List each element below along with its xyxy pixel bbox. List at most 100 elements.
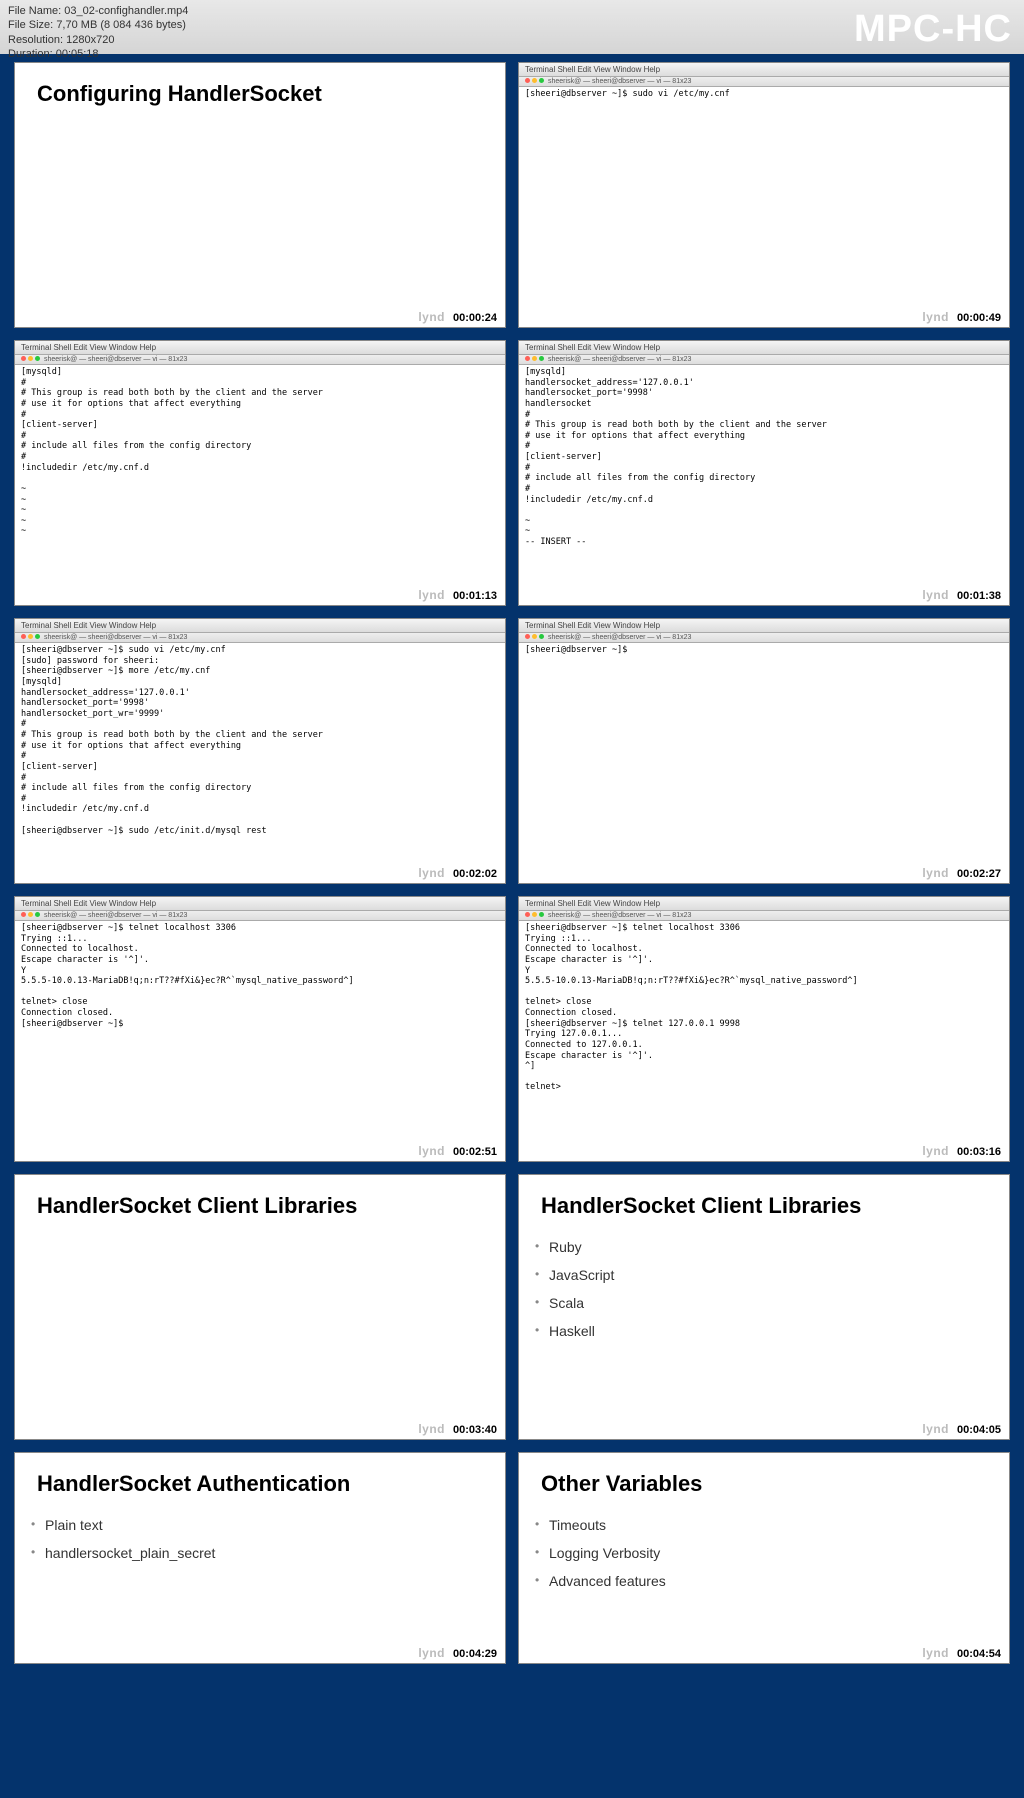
slide-title: HandlerSocket Authentication xyxy=(15,1453,505,1501)
thumbnail-grid: Configuring HandlerSocket lynd 00:00:24 Ter… xyxy=(0,54,1024,1678)
thumbnail-tile[interactable]: Terminal Shell Edit View Window Helpshee… xyxy=(518,340,1010,606)
watermark: lynd xyxy=(418,1422,445,1436)
terminal-tabbar: sheerisk@ — sheeri@dbserver — vi — 81x23 xyxy=(15,911,505,921)
terminal-menubar: Terminal Shell Edit View Window Help xyxy=(519,63,1009,77)
zoom-icon[interactable] xyxy=(539,634,544,639)
minimize-icon[interactable] xyxy=(28,912,33,917)
watermark: lynd xyxy=(922,1144,949,1158)
watermark: lynd xyxy=(418,1646,445,1660)
timestamp-label: 00:03:16 xyxy=(955,1146,1003,1158)
minimize-icon[interactable] xyxy=(28,356,33,361)
list-item: Logging Verbosity xyxy=(549,1539,979,1567)
thumbnail-tile[interactable]: Terminal Shell Edit View Window Helpshee… xyxy=(518,896,1010,1162)
timestamp-label: 00:01:13 xyxy=(451,590,499,602)
terminal-body: [mysqld] # # This group is read both bot… xyxy=(15,365,505,539)
terminal-tab-label: sheerisk@ — sheeri@dbserver — vi — 81x23 xyxy=(548,634,691,641)
thumbnail-tile[interactable]: Terminal Shell Edit View Window Helpshee… xyxy=(518,618,1010,884)
slide-title: Configuring HandlerSocket xyxy=(15,63,505,111)
watermark: lynd xyxy=(922,1646,949,1660)
slide-title: HandlerSocket Client Libraries xyxy=(15,1175,505,1223)
terminal-menubar: Terminal Shell Edit View Window Help xyxy=(15,619,505,633)
zoom-icon[interactable] xyxy=(35,356,40,361)
timestamp-label: 00:04:05 xyxy=(955,1424,1003,1436)
minimize-icon[interactable] xyxy=(532,912,537,917)
terminal-tabbar: sheerisk@ — sheeri@dbserver — vi — 81x23 xyxy=(15,633,505,643)
terminal-body: [sheeri@dbserver ~]$ sudo vi /etc/my.cnf xyxy=(519,87,1009,102)
close-icon[interactable] xyxy=(21,634,26,639)
terminal-tab-label: sheerisk@ — sheeri@dbserver — vi — 81x23 xyxy=(548,356,691,363)
slide-list: TimeoutsLogging VerbosityAdvanced featur… xyxy=(519,1501,1009,1605)
close-icon[interactable] xyxy=(21,356,26,361)
close-icon[interactable] xyxy=(525,634,530,639)
timestamp-label: 00:04:54 xyxy=(955,1648,1003,1660)
list-item: Plain text xyxy=(45,1511,475,1539)
zoom-icon[interactable] xyxy=(35,634,40,639)
minimize-icon[interactable] xyxy=(532,78,537,83)
thumbnail-tile[interactable]: HandlerSocket Client Libraries lynd 00:03:… xyxy=(14,1174,506,1440)
list-item: Advanced features xyxy=(549,1567,979,1595)
slide-list: RubyJavaScriptScalaHaskell xyxy=(519,1223,1009,1355)
thumbnail-tile[interactable]: Terminal Shell Edit View Window Helpshee… xyxy=(14,340,506,606)
watermark: lynd xyxy=(418,866,445,880)
close-icon[interactable] xyxy=(525,356,530,361)
list-item: Ruby xyxy=(549,1233,979,1261)
terminal-body: [sheeri@dbserver ~]$ xyxy=(519,643,1009,658)
terminal-tab-label: sheerisk@ — sheeri@dbserver — vi — 81x23 xyxy=(44,356,187,363)
thumbnail-tile[interactable]: Terminal Shell Edit View Window Helpshee… xyxy=(14,896,506,1162)
terminal-body: [sheeri@dbserver ~]$ sudo vi /etc/my.cnf… xyxy=(15,643,505,838)
close-icon[interactable] xyxy=(21,912,26,917)
minimize-icon[interactable] xyxy=(532,634,537,639)
zoom-icon[interactable] xyxy=(539,356,544,361)
zoom-icon[interactable] xyxy=(539,912,544,917)
terminal-tab-label: sheerisk@ — sheeri@dbserver — vi — 81x23 xyxy=(44,634,187,641)
watermark: lynd xyxy=(922,1422,949,1436)
slide-list: Plain texthandlersocket_plain_secret xyxy=(15,1501,505,1577)
timestamp-label: 00:02:02 xyxy=(451,868,499,880)
terminal-tab-label: sheerisk@ — sheeri@dbserver — vi — 81x23 xyxy=(548,78,691,85)
terminal-menubar: Terminal Shell Edit View Window Help xyxy=(519,619,1009,633)
terminal-tabbar: sheerisk@ — sheeri@dbserver — vi — 81x23 xyxy=(519,77,1009,87)
thumbnail-tile[interactable]: HandlerSocket AuthenticationPlain textha… xyxy=(14,1452,506,1664)
timestamp-label: 00:00:49 xyxy=(955,312,1003,324)
terminal-tabbar: sheerisk@ — sheeri@dbserver — vi — 81x23 xyxy=(15,355,505,365)
zoom-icon[interactable] xyxy=(35,912,40,917)
thumbnail-tile[interactable]: Terminal Shell Edit View Window Helpshee… xyxy=(14,618,506,884)
terminal-menubar: Terminal Shell Edit View Window Help xyxy=(15,341,505,355)
close-icon[interactable] xyxy=(525,78,530,83)
terminal-tab-label: sheerisk@ — sheeri@dbserver — vi — 81x23 xyxy=(548,912,691,919)
list-item: handlersocket_plain_secret xyxy=(45,1539,475,1567)
minimize-icon[interactable] xyxy=(28,634,33,639)
terminal-tabbar: sheerisk@ — sheeri@dbserver — vi — 81x23 xyxy=(519,633,1009,643)
slide-title: Other Variables xyxy=(519,1453,1009,1501)
thumbnail-tile[interactable]: Configuring HandlerSocket lynd 00:00:24 xyxy=(14,62,506,328)
thumbnail-tile[interactable]: HandlerSocket Client LibrariesRubyJavaSc… xyxy=(518,1174,1010,1440)
thumbnail-tile[interactable]: Terminal Shell Edit View Window Helpshee… xyxy=(518,62,1010,328)
list-item: Timeouts xyxy=(549,1511,979,1539)
terminal-body: [sheeri@dbserver ~]$ telnet localhost 33… xyxy=(519,921,1009,1095)
watermark: lynd xyxy=(418,1144,445,1158)
timestamp-label: 00:02:51 xyxy=(451,1146,499,1158)
terminal-tabbar: sheerisk@ — sheeri@dbserver — vi — 81x23 xyxy=(519,911,1009,921)
terminal-menubar: Terminal Shell Edit View Window Help xyxy=(15,897,505,911)
timestamp-label: 00:04:29 xyxy=(451,1648,499,1660)
terminal-tabbar: sheerisk@ — sheeri@dbserver — vi — 81x23 xyxy=(519,355,1009,365)
timestamp-label: 00:01:38 xyxy=(955,590,1003,602)
watermark: lynd xyxy=(922,866,949,880)
watermark: lynd xyxy=(922,310,949,324)
zoom-icon[interactable] xyxy=(539,78,544,83)
thumbnail-tile[interactable]: Other VariablesTimeoutsLogging Verbosity… xyxy=(518,1452,1010,1664)
timestamp-label: 00:00:24 xyxy=(451,312,499,324)
timestamp-label: 00:03:40 xyxy=(451,1424,499,1436)
list-item: Haskell xyxy=(549,1317,979,1345)
terminal-tab-label: sheerisk@ — sheeri@dbserver — vi — 81x23 xyxy=(44,912,187,919)
slide-title: HandlerSocket Client Libraries xyxy=(519,1175,1009,1223)
list-item: JavaScript xyxy=(549,1261,979,1289)
terminal-body: [sheeri@dbserver ~]$ telnet localhost 33… xyxy=(15,921,505,1031)
terminal-body: [mysqld] handlersocket_address='127.0.0.… xyxy=(519,365,1009,550)
watermark: lynd xyxy=(418,310,445,324)
close-icon[interactable] xyxy=(525,912,530,917)
minimize-icon[interactable] xyxy=(532,356,537,361)
watermark: lynd xyxy=(922,588,949,602)
app-logo: MPC-HC xyxy=(854,8,1012,51)
timestamp-label: 00:02:27 xyxy=(955,868,1003,880)
